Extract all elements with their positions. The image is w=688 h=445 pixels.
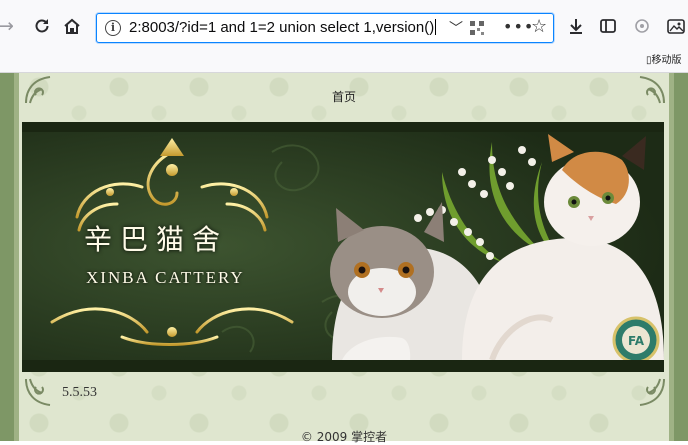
corner-ornament-icon — [639, 378, 665, 406]
web-page: 首页 FA 辛巴猫舍 XINBA CATTERY 5.5.53 © 2009 掌… — [0, 73, 688, 444]
banner-top-border — [22, 122, 664, 132]
home-icon[interactable] — [60, 14, 84, 38]
reload-icon[interactable] — [30, 14, 54, 38]
more-icon[interactable]: ••• — [503, 17, 534, 36]
forward-icon[interactable]: → — [0, 14, 18, 38]
chevron-down-icon[interactable]: ﹀ — [449, 18, 463, 38]
cattery-banner: FA 辛巴猫舍 XINBA CATTERY — [22, 122, 664, 372]
query-result-text: 5.5.53 — [62, 385, 97, 400]
nav-home-link[interactable]: 首页 — [0, 88, 688, 105]
download-icon[interactable] — [564, 14, 588, 38]
screenshot-icon[interactable] — [664, 14, 688, 38]
sidebar-icon[interactable] — [596, 14, 620, 38]
extension-icon[interactable] — [630, 14, 654, 38]
browser-toolbar: → i 2:8003/?id=1 and 1=2 union select 1,… — [0, 0, 688, 73]
mobile-bookmarks-label: 移动版 — [651, 55, 682, 66]
bookmark-star-icon[interactable]: ☆ — [531, 16, 547, 37]
badge-label: FA — [628, 334, 645, 348]
cattery-name-en: XINBA CATTERY — [86, 268, 245, 287]
qr-code-icon[interactable] — [470, 21, 484, 35]
banner-bottom-border — [22, 360, 664, 372]
corner-ornament-icon — [25, 378, 51, 406]
url-input[interactable]: 2:8003/?id=1 and 1=2 union select 1,vers… — [129, 19, 436, 36]
url-bar[interactable]: i 2:8003/?id=1 and 1=2 union select 1,ve… — [96, 13, 554, 43]
info-icon[interactable]: i — [105, 20, 121, 36]
footer-copyright: © 2009 掌控者 — [300, 430, 388, 444]
mobile-bookmarks-link[interactable]: ▯移动版 — [646, 51, 682, 66]
cattery-name-cn: 辛巴猫舍 — [84, 223, 229, 256]
